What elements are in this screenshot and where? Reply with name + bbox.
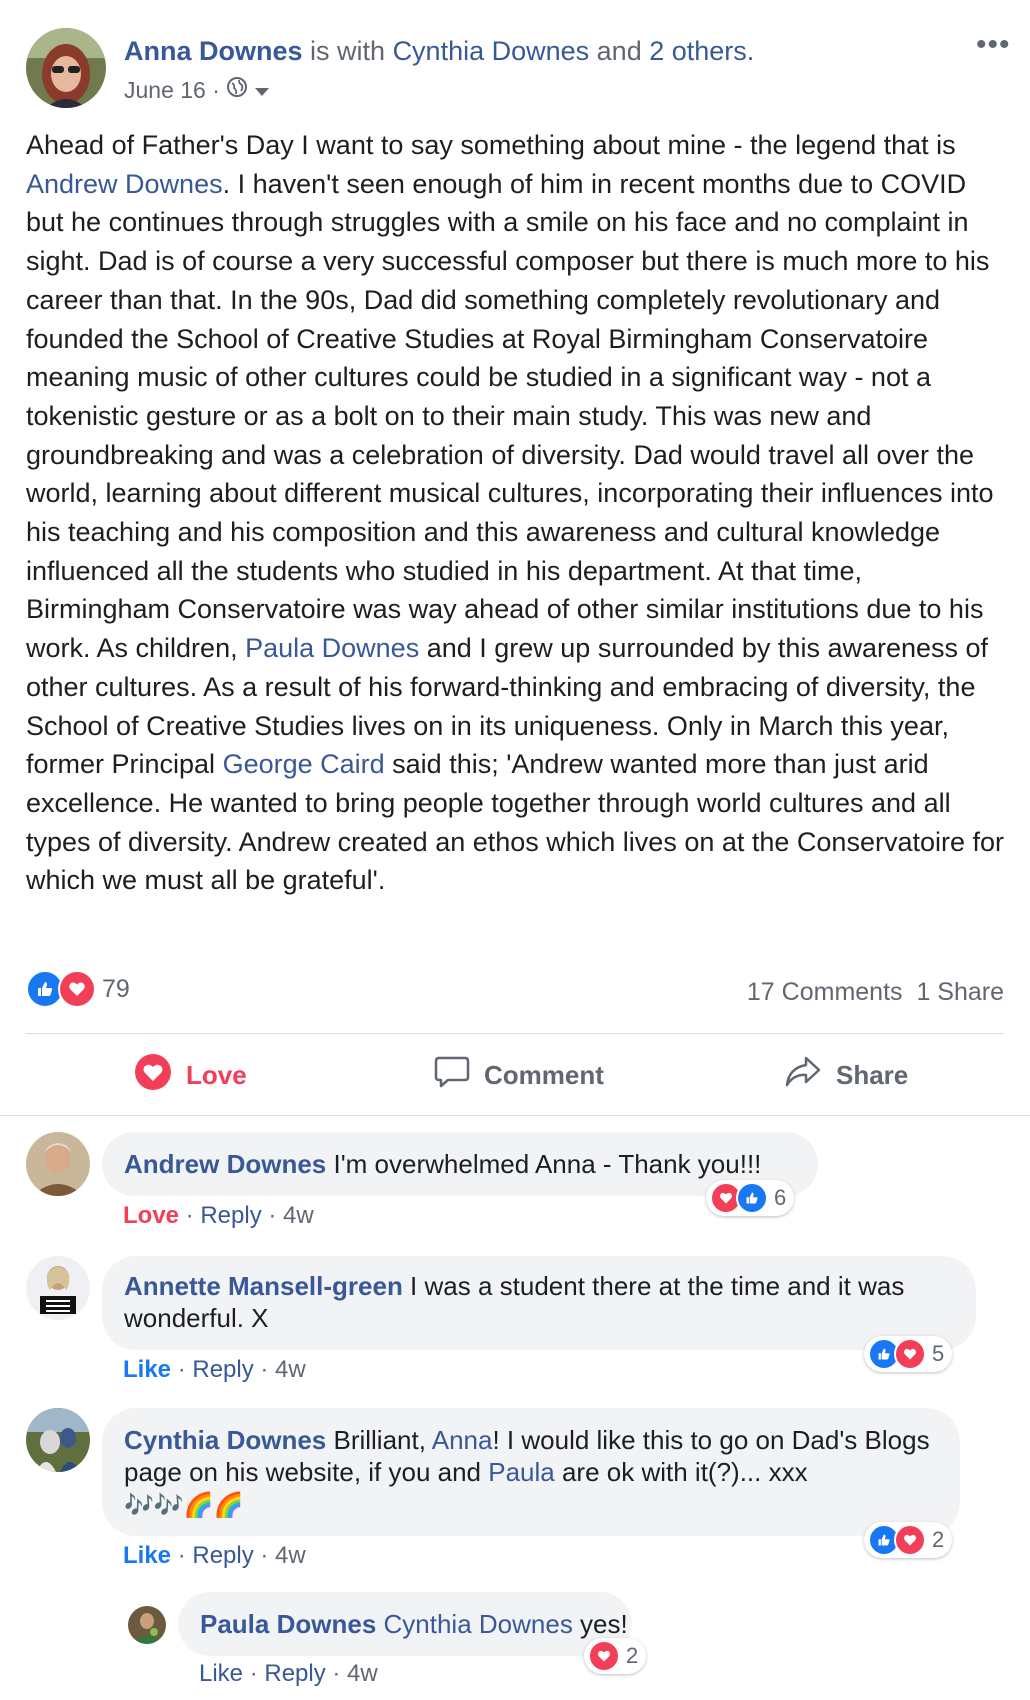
love-reaction-icon: [588, 1640, 620, 1672]
more-options-icon[interactable]: •••: [976, 30, 1011, 60]
post-stats: 17 Comments 1 Share: [747, 978, 1004, 1007]
author-avatar[interactable]: [26, 28, 106, 108]
reply-reaction-count: 2: [626, 1643, 639, 1668]
comment-reactions[interactable]: 6: [706, 1180, 795, 1216]
comment-text: are ok with it(?)... xxx: [554, 1457, 808, 1487]
love-reaction-icon: [894, 1524, 926, 1556]
mention-george-caird[interactable]: George Caird: [223, 749, 385, 779]
commenter-avatar[interactable]: [26, 1408, 90, 1472]
post-date[interactable]: June 16 ·: [124, 77, 220, 104]
post-text-part: Ahead of Father's Day I want to say some…: [26, 130, 956, 160]
post-text-part: . I haven't seen enough of him in recent…: [26, 168, 994, 664]
comment-time[interactable]: · 4w: [260, 1542, 305, 1569]
commenter-avatar[interactable]: [26, 1132, 90, 1196]
comment-reply-button[interactable]: Reply: [200, 1202, 261, 1229]
comments-count[interactable]: 17 Comments: [747, 978, 903, 1006]
reply-like-button[interactable]: Like: [199, 1660, 243, 1687]
comment-reaction-count: 2: [932, 1527, 945, 1552]
comment-reply-button[interactable]: Reply: [192, 1356, 253, 1383]
comment-reply-button[interactable]: Reply: [192, 1542, 253, 1569]
post-card: Anna Downes is with Cynthia Downes and 2…: [0, 0, 1030, 1700]
post-date-row: June 16 ·: [124, 76, 270, 104]
comment-bubble: Annette Mansell-green I was a student th…: [102, 1256, 976, 1350]
shares-count[interactable]: 1 Share: [916, 978, 1004, 1006]
like-reaction-icon: [736, 1182, 768, 1214]
comment-love-button[interactable]: Love: [123, 1202, 179, 1229]
reply-reply-button[interactable]: Reply: [264, 1660, 325, 1687]
love-button[interactable]: Love: [134, 1034, 247, 1116]
mention-anna[interactable]: Anna: [432, 1425, 493, 1455]
mention-paula-downes[interactable]: Paula Downes: [245, 633, 419, 663]
globe-icon: [226, 76, 248, 104]
comment-reaction-count: 6: [774, 1185, 787, 1210]
audience-dropdown-icon[interactable]: [254, 77, 270, 104]
heart-icon: [134, 1053, 172, 1098]
with-text: is with: [302, 36, 393, 66]
love-reaction-icon: [58, 970, 96, 1008]
comment-text: Brilliant,: [326, 1425, 432, 1455]
reaction-count: 79: [102, 974, 130, 1003]
love-reaction-icon: [894, 1338, 926, 1370]
comment-author[interactable]: Andrew Downes: [124, 1149, 326, 1179]
post-text: Ahead of Father's Day I want to say some…: [26, 126, 1011, 900]
comment-meta: Love · Reply · 4w: [123, 1202, 314, 1229]
love-button-label: Love: [186, 1059, 247, 1090]
commenter-avatar[interactable]: [26, 1256, 90, 1320]
comment-time[interactable]: · 4w: [260, 1356, 305, 1383]
share-button[interactable]: Share: [784, 1034, 908, 1116]
comment-button[interactable]: Comment: [434, 1034, 604, 1116]
comment-like-button[interactable]: Like: [123, 1356, 171, 1383]
comment-icon: [434, 1055, 470, 1096]
author-name[interactable]: Anna Downes: [124, 36, 303, 66]
share-icon: [784, 1055, 822, 1096]
mention-andrew-downes[interactable]: Andrew Downes: [26, 169, 223, 199]
share-button-label: Share: [836, 1059, 909, 1090]
comment-author[interactable]: Cynthia Downes: [124, 1425, 326, 1455]
post-header: Anna Downes is with Cynthia Downes and 2…: [124, 36, 754, 67]
comment-reactions[interactable]: 2: [864, 1522, 953, 1558]
reply-time[interactable]: · 4w: [332, 1660, 377, 1687]
comment-text: I'm overwhelmed Anna - Thank you!!!: [326, 1149, 762, 1179]
comment-like-button[interactable]: Like: [123, 1542, 171, 1569]
reply-text: yes!: [572, 1609, 628, 1639]
comment-button-label: Comment: [484, 1059, 604, 1090]
comment-reaction-count: 5: [932, 1341, 945, 1366]
comment-meta: Like · Reply · 4w: [123, 1356, 306, 1383]
reply-bubble: Paula Downes Cynthia Downes yes!: [178, 1592, 632, 1656]
and-text: and: [589, 36, 650, 66]
comment-emoji: 🎶🎶🌈🌈: [124, 1492, 244, 1519]
comment-meta: Like · Reply · 4w: [123, 1542, 306, 1569]
comment-reactions[interactable]: 5: [864, 1336, 953, 1372]
reply-meta: Like · Reply · 4w: [199, 1660, 378, 1687]
comment-bubble: Cynthia Downes Brilliant, Anna! I would …: [102, 1408, 960, 1536]
replier-avatar[interactable]: [128, 1606, 166, 1644]
comment-author[interactable]: Annette Mansell-green: [124, 1271, 403, 1301]
action-bar: Love Comment Share: [0, 1034, 1030, 1116]
mention-cynthia-downes[interactable]: Cynthia Downes: [384, 1609, 573, 1639]
reply-author[interactable]: Paula Downes: [200, 1609, 376, 1639]
mention-paula[interactable]: Paula: [488, 1457, 555, 1487]
others-link[interactable]: 2 others.: [649, 36, 754, 66]
comment-time[interactable]: · 4w: [268, 1202, 313, 1229]
tagged-person[interactable]: Cynthia Downes: [393, 36, 590, 66]
reactions-summary[interactable]: 79: [26, 970, 130, 1008]
reply-reactions[interactable]: 2: [584, 1638, 647, 1674]
comments-divider: [0, 1115, 1030, 1116]
